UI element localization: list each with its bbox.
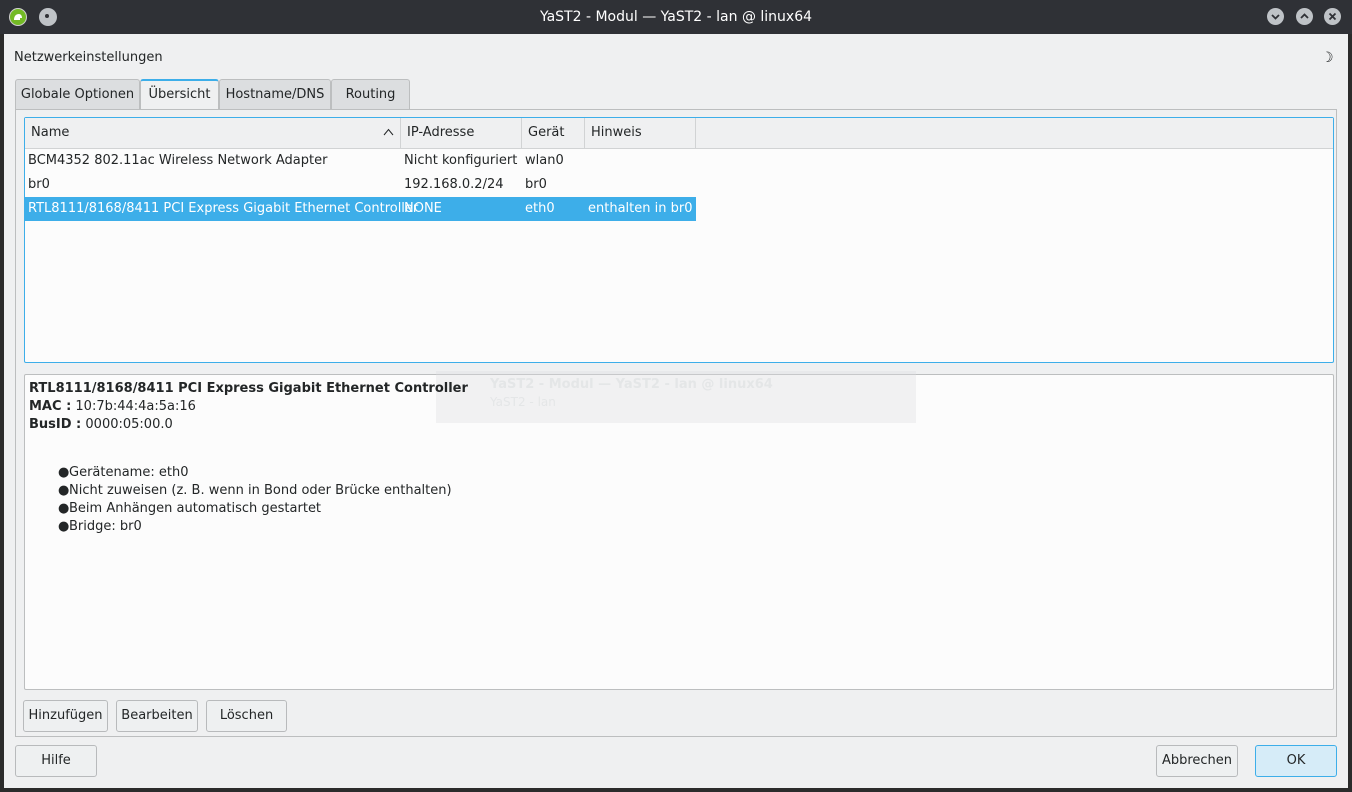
list-item: ● Bridge: br0 bbox=[58, 519, 142, 534]
tab-global-options[interactable]: Globale Optionen bbox=[15, 79, 140, 109]
bullet-icon: ● bbox=[58, 519, 70, 534]
window-title: YaST2 - Modul — YaST2 - lan @ linux64 bbox=[539, 9, 813, 25]
table-row[interactable]: BCM4352 802.11ac Wireless Network Adapte… bbox=[25, 149, 1333, 173]
ok-button[interactable]: OK bbox=[1255, 745, 1337, 777]
busid-label: BusID : bbox=[29, 417, 82, 432]
busid-value: 0000:05:00.0 bbox=[85, 417, 173, 432]
cell-note: enthalten in br0 bbox=[588, 201, 693, 216]
cell-device: eth0 bbox=[525, 201, 555, 216]
table-header: Name IP-Adresse Gerät Hinweis bbox=[25, 118, 1333, 149]
tab-routing[interactable]: Routing bbox=[331, 79, 410, 109]
table-body: BCM4352 802.11ac Wireless Network Adapte… bbox=[25, 149, 1333, 221]
list-item: ● Gerätename: eth0 bbox=[58, 465, 189, 480]
bullet-icon: ● bbox=[58, 465, 70, 480]
details-title: RTL8111/8168/8411 PCI Express Gigabit Et… bbox=[29, 381, 468, 396]
table-row-selected[interactable]: RTL8111/8168/8411 PCI Express Gigabit Et… bbox=[25, 197, 1333, 221]
mac-label: MAC : bbox=[29, 399, 72, 414]
cancel-button[interactable]: Abbrechen bbox=[1156, 745, 1238, 777]
cell-name: BCM4352 802.11ac Wireless Network Adapte… bbox=[28, 153, 328, 168]
moon-icon: ☽ bbox=[1321, 50, 1334, 66]
cell-name: br0 bbox=[28, 177, 50, 192]
title-bar: YaST2 - Modul — YaST2 - lan @ linux64 bbox=[0, 0, 1352, 34]
interfaces-table[interactable]: Name IP-Adresse Gerät Hinweis BCM4352 80… bbox=[24, 117, 1334, 363]
sort-ascending-icon bbox=[383, 128, 394, 136]
cell-note bbox=[585, 173, 696, 197]
column-header-note[interactable]: Hinweis bbox=[585, 118, 696, 148]
cell-note bbox=[585, 149, 696, 173]
overview-panel: Name IP-Adresse Gerät Hinweis BCM4352 80… bbox=[15, 109, 1337, 737]
column-header-name[interactable]: Name bbox=[25, 118, 401, 148]
table-row[interactable]: br0 192.168.0.2/24 br0 bbox=[25, 173, 1333, 197]
minimize-button[interactable] bbox=[1267, 8, 1284, 25]
edit-button[interactable]: Bearbeiten bbox=[116, 700, 198, 732]
list-item: ● Beim Anhängen automatisch gestartet bbox=[58, 501, 322, 516]
notification-ghost: YaST2 - Modul — YaST2 - lan @ linux64 Ya… bbox=[436, 371, 916, 423]
close-button[interactable] bbox=[1324, 8, 1341, 25]
tab-hostname-dns[interactable]: Hostname/DNS bbox=[219, 79, 331, 109]
properties-list: ● Gerätename: eth0 ● Nicht zuweisen (z. B.… bbox=[58, 464, 452, 536]
mac-value: 10:7b:44:4a:5a:16 bbox=[75, 399, 196, 414]
list-item: ● Nicht zuweisen (z. B. wenn in Bond oder… bbox=[58, 483, 452, 498]
bullet-icon: ● bbox=[58, 483, 70, 498]
bullet-icon: ● bbox=[58, 501, 70, 516]
column-header-device[interactable]: Gerät bbox=[522, 118, 585, 148]
add-button[interactable]: Hinzufügen bbox=[23, 700, 108, 732]
delete-button[interactable]: Löschen bbox=[206, 700, 287, 732]
cell-ip: NONE bbox=[404, 201, 442, 216]
cell-ip: 192.168.0.2/24 bbox=[404, 177, 504, 192]
cell-name: RTL8111/8168/8411 PCI Express Gigabit Et… bbox=[28, 201, 419, 216]
mac-line: MAC : 10:7b:44:4a:5a:16 bbox=[29, 399, 196, 414]
help-button[interactable]: Hilfe bbox=[15, 745, 97, 777]
cell-device: br0 bbox=[525, 177, 547, 192]
column-header-ip[interactable]: IP-Adresse bbox=[401, 118, 522, 148]
details-pane: YaST2 - Modul — YaST2 - lan @ linux64 Ya… bbox=[24, 371, 1334, 690]
tab-overview[interactable]: Übersicht bbox=[140, 79, 219, 110]
cell-ip: Nicht konfiguriert bbox=[404, 153, 518, 168]
main-window: Netzwerkeinstellungen ☽ Globale Optionen… bbox=[4, 34, 1348, 788]
busid-line: BusID : 0000:05:00.0 bbox=[29, 417, 173, 432]
cell-device: wlan0 bbox=[525, 153, 564, 168]
page-title: Netzwerkeinstellungen bbox=[14, 50, 163, 65]
maximize-button[interactable] bbox=[1296, 8, 1313, 25]
